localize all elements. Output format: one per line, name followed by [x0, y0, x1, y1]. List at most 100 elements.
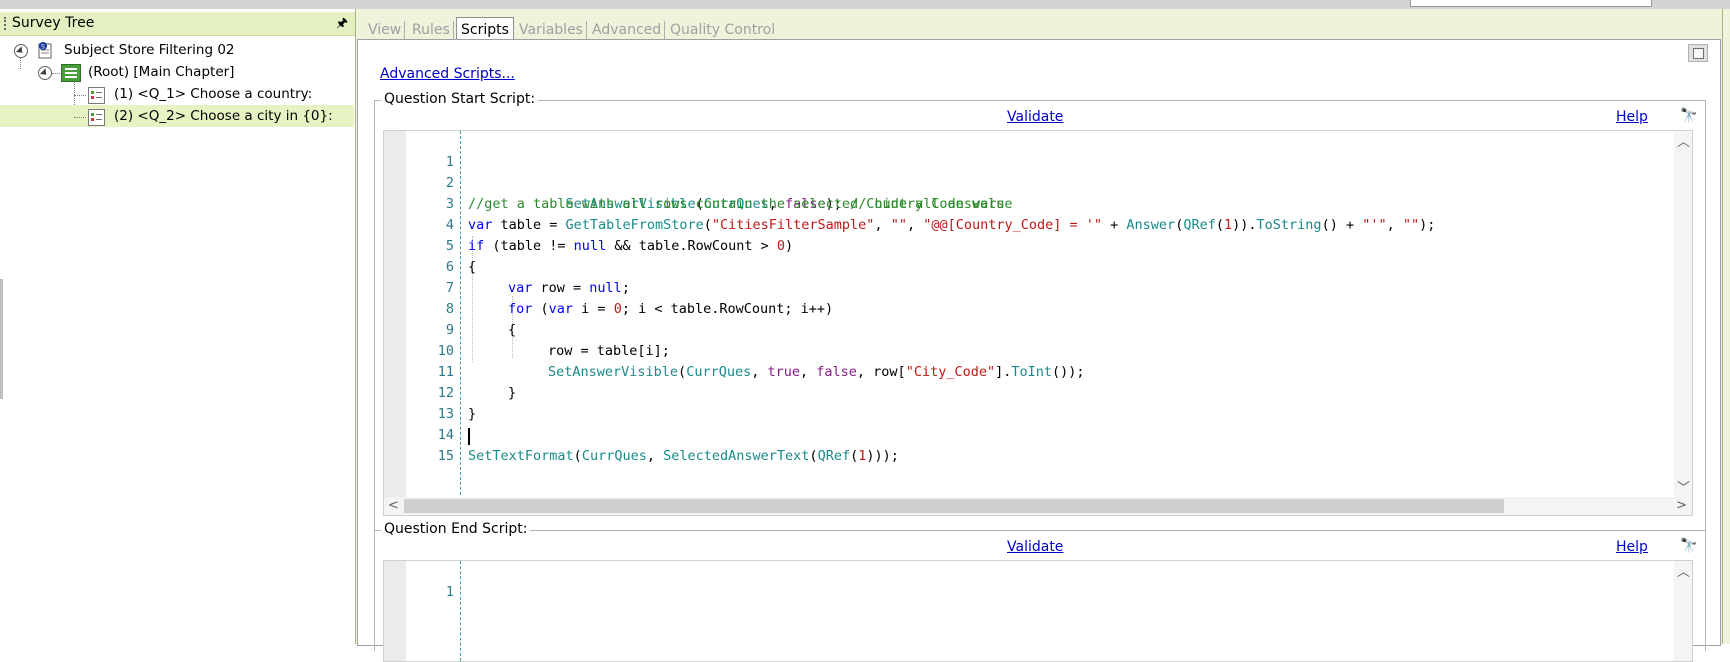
- group-title: Question Start Script:: [381, 91, 539, 107]
- tree-node-q2[interactable]: (2) <Q_2> Choose a city in {0}:: [0, 105, 354, 127]
- horizontal-scrollbar[interactable]: < >: [384, 497, 1692, 515]
- code-line: 10 SetAnswerVisible(CurrQues, true, fals…: [384, 320, 1085, 380]
- code-text: var row = null;: [508, 278, 630, 299]
- tab-variables[interactable]: Variables: [516, 21, 587, 40]
- vertical-scrollbar[interactable]: ︿ ﹀: [1674, 131, 1692, 497]
- code-line: 9 row = table[i];: [384, 299, 670, 359]
- token: false: [816, 364, 857, 380]
- token: ].: [995, 364, 1012, 380]
- token: SelectedAnswerText: [663, 448, 810, 464]
- scroll-down-icon[interactable]: ﹀: [1677, 477, 1690, 496]
- token: ,: [646, 448, 664, 464]
- token: (: [703, 217, 712, 233]
- window-options-icon[interactable]: [1688, 44, 1708, 62]
- token: SetTextFormat: [468, 448, 574, 464]
- horizontal-scroll-thumb[interactable]: [404, 499, 1504, 513]
- help-link[interactable]: Help: [1616, 109, 1648, 125]
- question-end-script-group: Question End Script: Validate Help 🔭 1 ︿: [374, 521, 1706, 662]
- pin-icon[interactable]: 🖈: [336, 14, 348, 36]
- validate-link[interactable]: Validate: [1007, 109, 1063, 125]
- code-line: 14 SetTextFormat(CurrQues, SelectedAnswe…: [384, 404, 899, 464]
- token: var: [548, 301, 574, 317]
- token: );: [1419, 217, 1436, 233]
- expand-toggle-icon[interactable]: [38, 66, 52, 80]
- code-line: 5 {: [384, 215, 476, 275]
- token: () +: [1321, 217, 1363, 233]
- start-script-editor[interactable]: 1 SetAnswerVisible(CurrQues, false); // …: [383, 130, 1693, 516]
- token: ,: [751, 364, 768, 380]
- tab-quality-control[interactable]: Quality Control: [667, 21, 778, 40]
- advanced-scripts-link[interactable]: Advanced Scripts...: [380, 66, 515, 82]
- expand-toggle-icon[interactable]: [14, 44, 28, 58]
- validate-link[interactable]: Validate: [1007, 539, 1063, 555]
- token: if: [468, 238, 485, 254]
- token: 1: [1224, 217, 1233, 233]
- code-text: }: [508, 383, 516, 404]
- text-cursor: [468, 428, 470, 445]
- code-text: for (var i = 0; i < table.RowCount; i++): [508, 299, 833, 320]
- token: ToString: [1256, 217, 1322, 233]
- find-binoculars-icon[interactable]: 🔭: [1680, 538, 1697, 554]
- token: (: [532, 301, 549, 317]
- token: 0: [613, 301, 622, 317]
- tree-connector: [74, 117, 86, 118]
- code-line: 6 var row = null;: [384, 236, 630, 296]
- code-text: {: [508, 320, 516, 341]
- token: ());: [1052, 364, 1085, 380]
- token: "'": [1362, 217, 1387, 233]
- svg-text:S: S: [41, 44, 45, 51]
- token: && table.RowCount >: [606, 238, 777, 254]
- main-area: View Rules Scripts Variables Advanced Qu…: [356, 9, 1722, 662]
- find-binoculars-icon[interactable]: 🔭: [1680, 108, 1697, 124]
- scroll-up-icon[interactable]: ︿: [1677, 561, 1690, 580]
- token: ,: [874, 217, 891, 233]
- token: ): [785, 238, 794, 254]
- token: "@@[Country_Code] = '": [923, 217, 1103, 233]
- token: null: [589, 280, 622, 296]
- token: var: [508, 280, 533, 296]
- token: QRef: [1183, 217, 1216, 233]
- token: "": [1402, 217, 1420, 233]
- code-line: 15: [384, 425, 584, 464]
- survey-document-icon: S: [38, 42, 52, 59]
- panel-splitter[interactable]: [0, 279, 3, 399]
- help-link[interactable]: Help: [1616, 539, 1648, 555]
- code-text: row = table[i];: [548, 341, 670, 362]
- scroll-right-icon[interactable]: >: [1676, 498, 1687, 513]
- code-line: 4 if (table != null && table.RowCount > …: [384, 194, 793, 254]
- scroll-left-icon[interactable]: <: [388, 498, 399, 513]
- panel-grip-icon[interactable]: [4, 17, 8, 30]
- code-line: 1 SetAnswerVisible(CurrQues, false); // …: [384, 131, 1005, 212]
- token: (: [1215, 217, 1224, 233]
- code-text: if (table != null && table.RowCount > 0): [468, 236, 793, 257]
- token: , row[: [856, 364, 906, 380]
- token: +: [1102, 217, 1127, 233]
- tab-rules[interactable]: Rules: [409, 21, 454, 40]
- end-script-editor[interactable]: 1 ︿: [383, 560, 1693, 662]
- code-text: //get a table with all rows contain the …: [468, 194, 1013, 215]
- code-line: 7 for (var i = 0; i < table.RowCount; i+…: [384, 257, 833, 317]
- tab-advanced[interactable]: Advanced: [589, 21, 666, 40]
- token: GetTableFromStore: [565, 217, 704, 233]
- tree-connector: [20, 57, 21, 69]
- right-panel-edge[interactable]: [1722, 9, 1730, 644]
- code-line: 13: [437, 406, 454, 422]
- scroll-up-icon[interactable]: ︿: [1677, 131, 1690, 150]
- code-text: }: [468, 404, 476, 425]
- token: CurrQues: [581, 448, 647, 464]
- token: )));: [866, 448, 899, 464]
- token: "": [890, 217, 907, 233]
- scripts-tab-content: Advanced Scripts... Question Start Scrip…: [357, 39, 1721, 662]
- token: (: [678, 364, 687, 380]
- tab-view[interactable]: View: [365, 21, 406, 40]
- token: 0: [776, 238, 786, 254]
- survey-tree-header: Survey Tree 🖈: [0, 12, 355, 36]
- token: ,: [800, 364, 817, 380]
- token: (table !=: [484, 238, 574, 254]
- token: ,: [906, 217, 924, 233]
- top-combo-box[interactable]: [1410, 0, 1652, 7]
- code-line: 12 }: [384, 362, 476, 422]
- survey-tree-panel: Survey Tree 🖈 S Subject Store Filtering …: [0, 9, 356, 644]
- vertical-scrollbar[interactable]: ︿: [1674, 561, 1692, 661]
- token: )).: [1232, 217, 1257, 233]
